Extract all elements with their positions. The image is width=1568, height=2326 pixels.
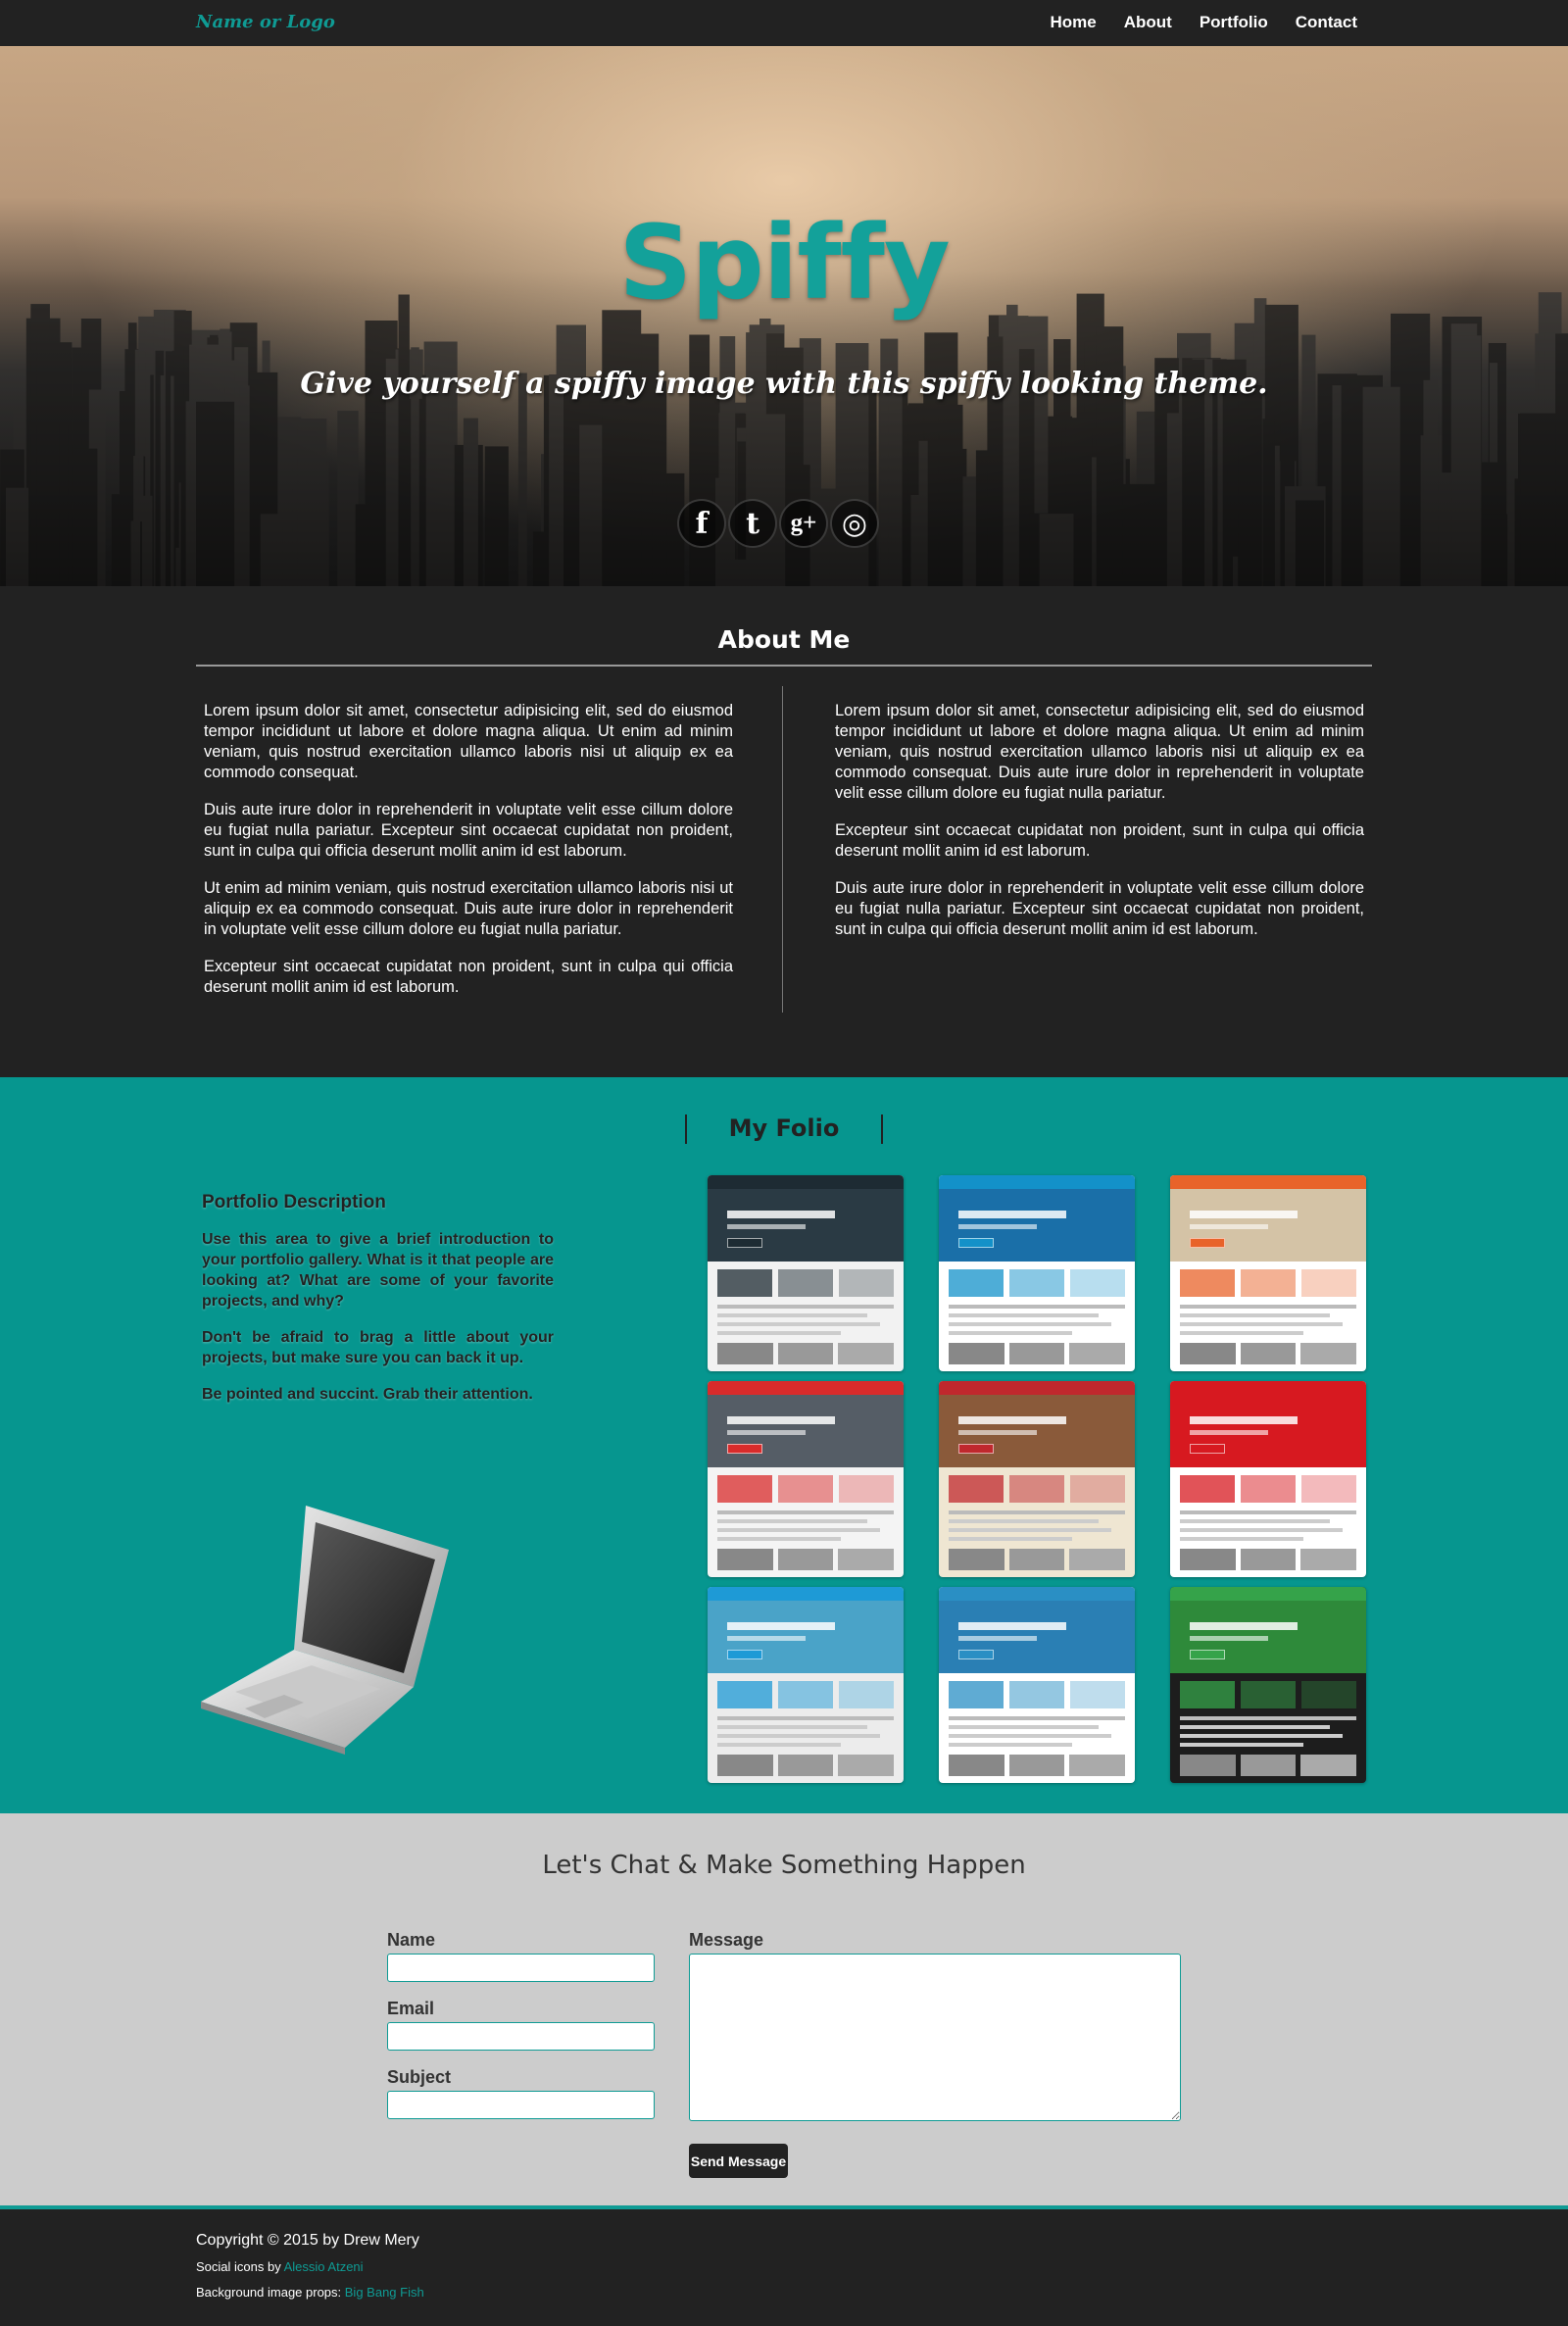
thumb-header — [939, 1175, 1135, 1189]
nav-home-link[interactable]: Home — [1051, 13, 1097, 32]
thumb-content — [1170, 1467, 1366, 1577]
nav-about-link[interactable]: About — [1124, 13, 1172, 32]
contact-section: Let's Chat & Make Something Happen Name … — [0, 1813, 1568, 2205]
thumb-hero — [939, 1601, 1135, 1673]
about-section: About Me Lorem ipsum dolor sit amet, con… — [0, 586, 1568, 1077]
thumb-header — [1170, 1381, 1366, 1395]
contact-heading: Let's Chat & Make Something Happen — [542, 1851, 1026, 1880]
thumb-header — [708, 1381, 904, 1395]
site-logo[interactable]: Name or Logo — [196, 12, 335, 32]
thumb-header — [1170, 1175, 1366, 1189]
portfolio-thumbnail[interactable] — [939, 1381, 1135, 1577]
thumb-hero — [708, 1189, 904, 1262]
tumblr-icon[interactable]: t — [728, 499, 777, 548]
portfolio-thumbnail[interactable] — [1170, 1587, 1366, 1783]
thumb-content — [708, 1673, 904, 1783]
portfolio-thumbnail[interactable] — [708, 1587, 904, 1783]
dribbble-icon[interactable]: ◎ — [830, 499, 879, 548]
laptop-image — [201, 1506, 449, 1755]
message-label: Message — [689, 1930, 764, 1950]
portfolio-thumbnail[interactable] — [1170, 1381, 1366, 1577]
icon-credit-link[interactable]: Alessio Atzeni — [284, 2259, 364, 2274]
thumb-hero — [1170, 1395, 1366, 1467]
portfolio-thumbnail[interactable] — [708, 1175, 904, 1371]
nav-contact-link[interactable]: Contact — [1296, 13, 1357, 32]
subject-field[interactable] — [387, 2091, 655, 2119]
portfolio-section: My Folio Portfolio Description Use this … — [0, 1077, 1568, 1813]
about-paragraph: Duis aute irure dolor in reprehenderit i… — [204, 801, 733, 860]
about-right-column: Lorem ipsum dolor sit amet, consectetur … — [835, 701, 1364, 957]
nav-links: Home About Portfolio Contact — [1051, 13, 1358, 32]
about-divider — [196, 665, 1372, 667]
background-credit-prefix: Background image props: — [196, 2285, 345, 2300]
portfolio-description: Portfolio Description Use this area to g… — [202, 1192, 554, 1420]
thumb-content — [939, 1262, 1135, 1371]
thumb-content — [939, 1467, 1135, 1577]
email-field[interactable] — [387, 2022, 655, 2051]
thumb-content — [1170, 1673, 1366, 1783]
thumb-content — [939, 1673, 1135, 1783]
about-paragraph: Ut enim ad minim veniam, quis nostrud ex… — [204, 879, 733, 938]
thumb-header — [1170, 1587, 1366, 1601]
background-credit-link[interactable]: Big Bang Fish — [345, 2285, 424, 2300]
facebook-icon[interactable]: f — [677, 499, 726, 548]
social-links: f t g+ ◎ — [677, 499, 879, 548]
icon-credit: Social icons by Alessio Atzeni — [196, 2259, 364, 2274]
thumb-header — [708, 1175, 904, 1189]
portfolio-description-text: Be pointed and succint. Grab their atten… — [202, 1386, 533, 1403]
site-footer: Copyright © 2015 by Drew Mery Social ico… — [0, 2209, 1568, 2326]
about-paragraph: Duis aute irure dolor in reprehenderit i… — [835, 879, 1364, 938]
about-paragraph: Excepteur sint occaecat cupidatat non pr… — [835, 821, 1364, 860]
thumb-content — [708, 1262, 904, 1371]
hero-tagline: Give yourself a spiffy image with this s… — [300, 367, 1268, 401]
thumb-hero — [939, 1395, 1135, 1467]
portfolio-thumbnail[interactable] — [939, 1175, 1135, 1371]
thumb-header — [708, 1587, 904, 1601]
column-divider — [782, 686, 783, 1013]
hero-title: Spiffy — [618, 203, 950, 322]
portfolio-thumbnail[interactable] — [939, 1587, 1135, 1783]
thumb-hero — [708, 1395, 904, 1467]
portfolio-thumbnail[interactable] — [1170, 1175, 1366, 1371]
about-left-column: Lorem ipsum dolor sit amet, consectetur … — [204, 701, 733, 1015]
message-field[interactable] — [689, 1954, 1181, 2121]
icon-credit-prefix: Social icons by — [196, 2259, 284, 2274]
about-paragraph: Lorem ipsum dolor sit amet, consectetur … — [204, 702, 733, 781]
send-message-button[interactable]: Send Message — [689, 2144, 788, 2178]
thumb-header — [939, 1587, 1135, 1601]
about-heading: About Me — [717, 625, 851, 654]
portfolio-description-text: Use this area to give a brief introducti… — [202, 1231, 554, 1310]
thumb-hero — [1170, 1189, 1366, 1262]
folio-heading: My Folio — [728, 1114, 840, 1142]
about-paragraph: Excepteur sint occaecat cupidatat non pr… — [204, 958, 733, 996]
top-nav: Name or Logo Home About Portfolio Contac… — [0, 0, 1568, 46]
portfolio-thumbnail[interactable] — [708, 1381, 904, 1577]
name-field[interactable] — [387, 1954, 655, 1982]
about-paragraph: Lorem ipsum dolor sit amet, consectetur … — [835, 702, 1364, 802]
thumb-content — [1170, 1262, 1366, 1371]
portfolio-description-text: Don't be afraid to brag a little about y… — [202, 1329, 554, 1366]
thumb-content — [708, 1467, 904, 1577]
google-plus-icon[interactable]: g+ — [779, 499, 828, 548]
background-credit: Background image props: Big Bang Fish — [196, 2285, 424, 2300]
subject-label: Subject — [387, 2067, 452, 2087]
nav-portfolio-link[interactable]: Portfolio — [1200, 13, 1268, 32]
thumb-header — [939, 1381, 1135, 1395]
hero-banner: Spiffy Give yourself a spiffy image with… — [0, 46, 1568, 586]
thumb-hero — [939, 1189, 1135, 1262]
thumb-hero — [708, 1601, 904, 1673]
thumb-hero — [1170, 1601, 1366, 1673]
copyright-text: Copyright © 2015 by Drew Mery — [196, 2232, 419, 2249]
email-label: Email — [387, 1999, 435, 2018]
name-label: Name — [387, 1930, 436, 1950]
portfolio-description-title: Portfolio Description — [202, 1192, 386, 1212]
